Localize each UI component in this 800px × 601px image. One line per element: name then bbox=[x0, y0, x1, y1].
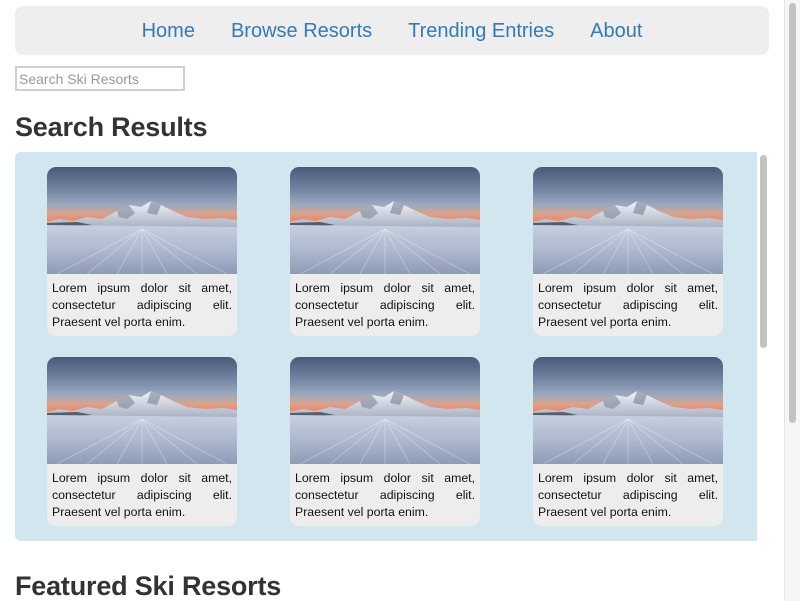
resort-card[interactable]: Lorem ipsum dolor sit amet, consectetur … bbox=[290, 357, 480, 526]
search-results-panel[interactable]: Lorem ipsum dolor sit amet, consectetur … bbox=[15, 152, 769, 541]
nav-link-trending-entries[interactable]: Trending Entries bbox=[408, 21, 554, 41]
window-scrollbar[interactable] bbox=[784, 0, 800, 601]
search-results-heading: Search Results bbox=[15, 112, 208, 142]
resort-card-description: Lorem ipsum dolor sit amet, consectetur … bbox=[52, 471, 232, 519]
resort-card-description: Lorem ipsum dolor sit amet, consectetur … bbox=[295, 471, 475, 519]
nav-link-about[interactable]: About bbox=[590, 21, 642, 41]
resort-card[interactable]: Lorem ipsum dolor sit amet, consectetur … bbox=[533, 357, 723, 526]
resort-card[interactable]: Lorem ipsum dolor sit amet, consectetur … bbox=[47, 167, 237, 336]
mountain-photo bbox=[47, 167, 237, 274]
nav-link-browse-resorts[interactable]: Browse Resorts bbox=[231, 21, 372, 41]
resort-card-description: Lorem ipsum dolor sit amet, consectetur … bbox=[538, 281, 718, 329]
search-input[interactable] bbox=[15, 66, 185, 91]
page: Home Browse Resorts Trending Entries Abo… bbox=[0, 0, 800, 601]
mountain-photo bbox=[290, 357, 480, 464]
window-scrollbar-thumb[interactable] bbox=[789, 3, 796, 423]
results-scrollbar[interactable] bbox=[757, 152, 769, 541]
resort-card[interactable]: Lorem ipsum dolor sit amet, consectetur … bbox=[47, 357, 237, 526]
results-scrollbar-thumb[interactable] bbox=[760, 155, 767, 348]
mountain-photo bbox=[533, 167, 723, 274]
mountain-photo bbox=[290, 167, 480, 274]
resort-card-description: Lorem ipsum dolor sit amet, consectetur … bbox=[538, 471, 718, 519]
resort-card[interactable]: Lorem ipsum dolor sit amet, consectetur … bbox=[533, 167, 723, 336]
featured-resorts-heading: Featured Ski Resorts bbox=[15, 571, 282, 601]
mountain-photo bbox=[533, 357, 723, 464]
nav-link-home[interactable]: Home bbox=[142, 21, 195, 41]
resort-card-description: Lorem ipsum dolor sit amet, consectetur … bbox=[295, 281, 475, 329]
top-navbar: Home Browse Resorts Trending Entries Abo… bbox=[15, 6, 769, 55]
mountain-photo bbox=[47, 357, 237, 464]
resort-card-description: Lorem ipsum dolor sit amet, consectetur … bbox=[52, 281, 232, 329]
resort-card[interactable]: Lorem ipsum dolor sit amet, consectetur … bbox=[290, 167, 480, 336]
